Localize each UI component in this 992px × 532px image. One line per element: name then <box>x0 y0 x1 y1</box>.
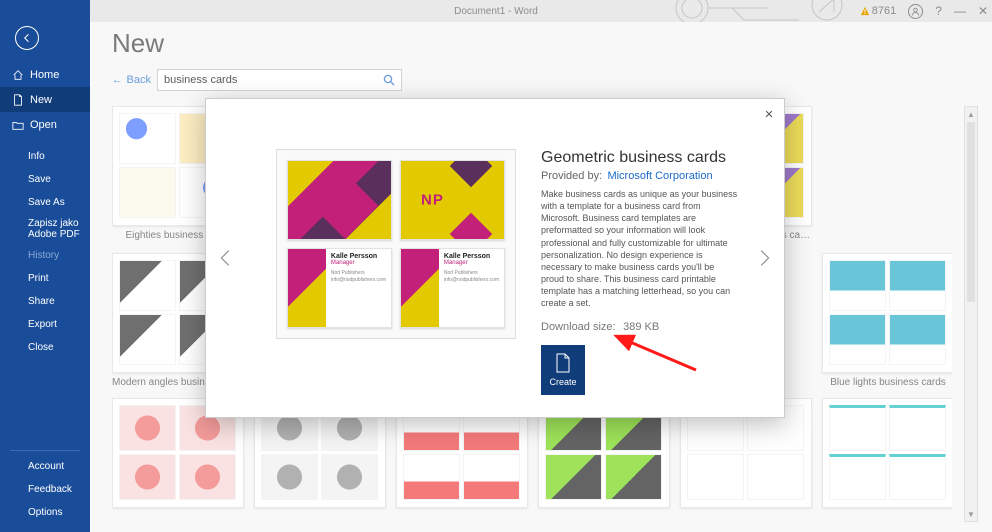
notification-badge[interactable]: 8761 <box>860 5 896 17</box>
nav-export[interactable]: Export <box>0 313 90 336</box>
close-button[interactable]: ✕ <box>978 4 988 18</box>
preview-card: Kalle PerssonManagerNod Publishersinfo@n… <box>287 248 392 328</box>
nav-save-as[interactable]: Save As <box>0 191 90 214</box>
nav-account[interactable]: Account <box>0 455 90 478</box>
sidebar-bottom: AccountFeedbackOptions <box>0 450 90 524</box>
preview-card: NodPublishers <box>287 160 392 240</box>
nav-open[interactable]: Open <box>0 112 90 137</box>
template-preview: NodPublishers NP Kalle PerssonManagerNod… <box>276 149 516 339</box>
nav-zapisz-jako-adobe-pdf[interactable]: Zapisz jakoAdobe PDF <box>0 214 90 244</box>
preview-card: NP <box>400 160 505 240</box>
nav-options[interactable]: Options <box>0 501 90 524</box>
back-button[interactable] <box>15 26 39 50</box>
nav-print[interactable]: Print <box>0 267 90 290</box>
backstage-sidebar: Home New Open InfoSaveSave AsZapisz jako… <box>0 0 90 532</box>
window-controls: 8761 ? — ✕ <box>860 0 988 22</box>
preview-card: Kalle PerssonManagerNod Publishersinfo@n… <box>400 248 505 328</box>
window-title: Document1 - Word <box>454 6 538 17</box>
nav-home[interactable]: Home <box>0 62 90 87</box>
nav-history: History <box>0 244 90 267</box>
template-title: Geometric business cards <box>541 149 739 167</box>
provider-link[interactable]: Microsoft Corporation <box>607 170 712 182</box>
help-icon[interactable]: ? <box>935 4 942 18</box>
nav-new[interactable]: New <box>0 87 90 112</box>
nav-share[interactable]: Share <box>0 290 90 313</box>
account-icon[interactable] <box>908 4 923 19</box>
nav-info[interactable]: Info <box>0 145 90 168</box>
title-bar: Document1 - Word 8761 ? — ✕ <box>0 0 992 22</box>
nav-close[interactable]: Close <box>0 336 90 359</box>
annotation-arrow <box>610 330 700 377</box>
nav-feedback[interactable]: Feedback <box>0 478 90 501</box>
close-icon[interactable]: ✕ <box>760 105 778 123</box>
minimize-button[interactable]: — <box>954 4 966 18</box>
template-description: Make business cards as unique as your bu… <box>541 188 739 309</box>
next-template-arrow[interactable] <box>750 244 778 272</box>
template-provider: Provided by: Microsoft Corporation <box>541 170 739 182</box>
prev-template-arrow[interactable] <box>212 244 240 272</box>
nav-save[interactable]: Save <box>0 168 90 191</box>
create-button[interactable]: Create <box>541 345 585 395</box>
